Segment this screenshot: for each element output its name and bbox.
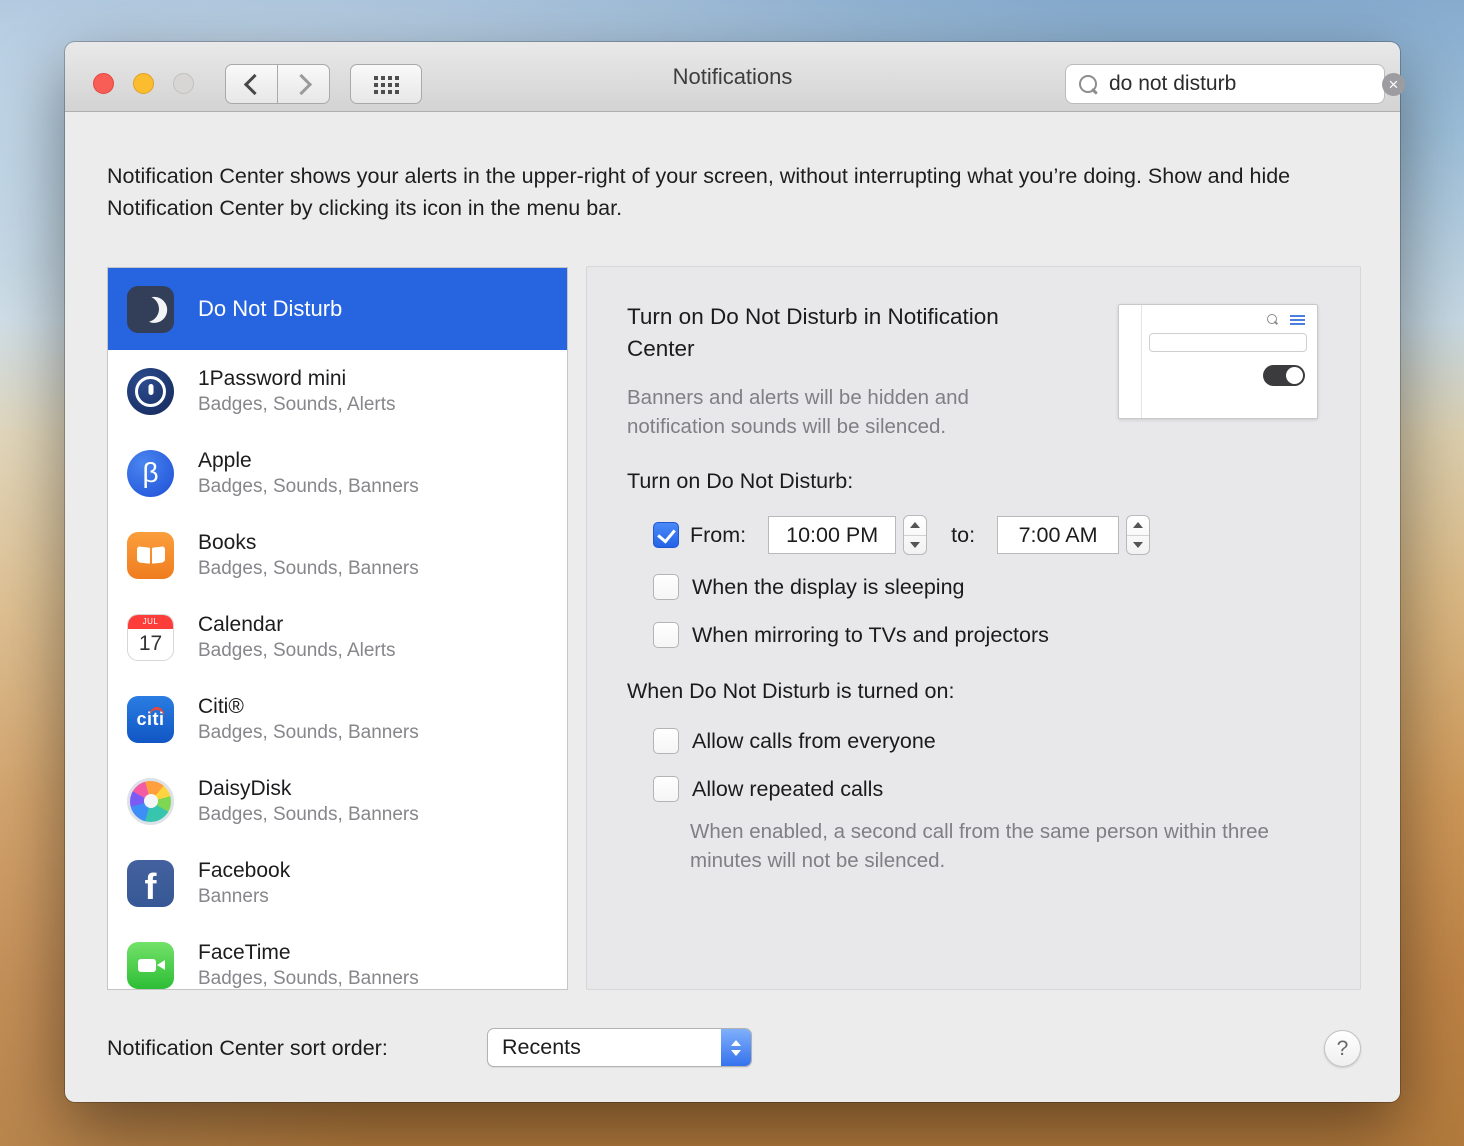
option-repeated-calls: Allow repeated calls bbox=[653, 769, 883, 809]
apple-beta-icon bbox=[127, 450, 174, 497]
books-icon bbox=[127, 532, 174, 579]
sort-order-value: Recents bbox=[488, 1035, 721, 1060]
content-area: Notification Center shows your alerts in… bbox=[65, 112, 1400, 1102]
app-list[interactable]: Do Not Disturb 1Password mini Badges, So… bbox=[107, 267, 568, 990]
notification-center-illustration bbox=[1118, 304, 1318, 419]
repeated-calls-checkbox[interactable] bbox=[653, 776, 679, 802]
app-name: Facebook bbox=[198, 859, 290, 883]
option-mirroring: When mirroring to TVs and projectors bbox=[653, 615, 1049, 655]
do-not-disturb-icon bbox=[127, 286, 174, 333]
help-button[interactable]: ? bbox=[1324, 1030, 1361, 1067]
dropdown-arrows-icon bbox=[721, 1029, 751, 1066]
app-name: DaisyDisk bbox=[198, 777, 419, 801]
search-icon bbox=[1267, 314, 1277, 324]
titlebar: Notifications × bbox=[65, 42, 1400, 112]
sort-order-select[interactable]: Recents bbox=[487, 1028, 752, 1067]
sidebar-item-facetime[interactable]: FaceTime Badges, Sounds, Banners bbox=[108, 924, 567, 990]
panel-subtext: Banners and alerts will be hidden and no… bbox=[627, 383, 1032, 441]
app-detail: Badges, Sounds, Banners bbox=[198, 558, 419, 580]
sidebar-item-citi[interactable]: Citi® Badges, Sounds, Banners bbox=[108, 678, 567, 760]
sidebar-item-1password-mini[interactable]: 1Password mini Badges, Sounds, Alerts bbox=[108, 350, 567, 432]
desktop: Notifications × Notification Center show… bbox=[0, 0, 1464, 1146]
calls-everyone-label: Allow calls from everyone bbox=[692, 729, 936, 754]
app-detail: Badges, Sounds, Banners bbox=[198, 722, 419, 744]
sidebar-item-calendar[interactable]: Calendar Badges, Sounds, Alerts bbox=[108, 596, 567, 678]
calendar-icon bbox=[127, 614, 174, 661]
app-detail: Badges, Sounds, Banners bbox=[198, 968, 419, 990]
do-not-disturb-settings-panel: Turn on Do Not Disturb in Notification C… bbox=[586, 266, 1361, 990]
search-field[interactable]: × bbox=[1065, 64, 1385, 104]
app-detail: Badges, Sounds, Alerts bbox=[198, 640, 396, 662]
to-time-stepper[interactable] bbox=[1126, 515, 1150, 555]
nav-history-group bbox=[225, 64, 330, 104]
mirroring-label: When mirroring to TVs and projectors bbox=[692, 623, 1049, 648]
notifications-preferences-window: Notifications × Notification Center show… bbox=[65, 42, 1400, 1102]
chevron-left-icon bbox=[243, 73, 264, 94]
app-detail: Badges, Sounds, Alerts bbox=[198, 394, 396, 416]
sidebar-item-apple[interactable]: Apple Badges, Sounds, Banners bbox=[108, 432, 567, 514]
sidebar-item-daisydisk[interactable]: DaisyDisk Badges, Sounds, Banners bbox=[108, 760, 567, 842]
search-input[interactable] bbox=[1107, 71, 1382, 97]
app-name: Citi® bbox=[198, 695, 419, 719]
sidebar-item-do-not-disturb[interactable]: Do Not Disturb bbox=[108, 268, 567, 350]
minimize-window-button[interactable] bbox=[133, 73, 154, 94]
back-button[interactable] bbox=[225, 64, 278, 104]
app-name: 1Password mini bbox=[198, 367, 396, 391]
zoom-window-button[interactable] bbox=[173, 73, 194, 94]
show-all-preferences-button[interactable] bbox=[350, 64, 422, 104]
repeated-calls-label: Allow repeated calls bbox=[692, 777, 883, 802]
sidebar-item-facebook[interactable]: Facebook Banners bbox=[108, 842, 567, 924]
app-name: Calendar bbox=[198, 613, 396, 637]
chevron-right-icon bbox=[290, 73, 311, 94]
forward-button[interactable] bbox=[277, 64, 330, 104]
1password-icon bbox=[127, 368, 174, 415]
schedule-checkbox[interactable] bbox=[653, 522, 679, 548]
option-calls-everyone: Allow calls from everyone bbox=[653, 721, 936, 761]
when-on-label: When Do Not Disturb is turned on: bbox=[627, 679, 954, 704]
app-name: Apple bbox=[198, 449, 419, 473]
list-icon bbox=[1290, 315, 1305, 325]
schedule-row: From: 10:00 PM to: 7:00 AM bbox=[653, 515, 1150, 555]
calls-everyone-checkbox[interactable] bbox=[653, 728, 679, 754]
app-detail: Banners bbox=[198, 886, 290, 908]
display-sleeping-checkbox[interactable] bbox=[653, 574, 679, 600]
app-detail: Badges, Sounds, Banners bbox=[198, 476, 419, 498]
segmented-control bbox=[1149, 333, 1307, 352]
citi-icon bbox=[127, 696, 174, 743]
from-label: From: bbox=[690, 523, 746, 548]
turn-on-label: Turn on Do Not Disturb: bbox=[627, 469, 853, 494]
option-display-sleeping: When the display is sleeping bbox=[653, 567, 965, 607]
to-label: to: bbox=[951, 523, 975, 548]
facetime-icon bbox=[127, 942, 174, 989]
display-sleeping-label: When the display is sleeping bbox=[692, 575, 965, 600]
search-icon bbox=[1079, 75, 1097, 93]
close-window-button[interactable] bbox=[93, 73, 114, 94]
daisydisk-icon bbox=[127, 778, 174, 825]
app-name: Books bbox=[198, 531, 419, 555]
app-name: Do Not Disturb bbox=[198, 296, 342, 322]
repeated-calls-note: When enabled, a second call from the sam… bbox=[690, 817, 1305, 875]
panel-heading: Turn on Do Not Disturb in Notification C… bbox=[627, 301, 1012, 365]
moon-icon bbox=[1149, 365, 1171, 387]
to-time-field[interactable]: 7:00 AM bbox=[997, 516, 1119, 554]
from-time-field[interactable]: 10:00 PM bbox=[768, 516, 896, 554]
toggle-on-icon bbox=[1263, 365, 1305, 386]
from-time-stepper[interactable] bbox=[903, 515, 927, 555]
grid-icon bbox=[374, 76, 378, 80]
clear-search-icon[interactable]: × bbox=[1382, 73, 1405, 96]
sort-order-label: Notification Center sort order: bbox=[107, 1036, 388, 1061]
facebook-icon bbox=[127, 860, 174, 907]
intro-text: Notification Center shows your alerts in… bbox=[107, 160, 1369, 224]
sidebar-item-books[interactable]: Books Badges, Sounds, Banners bbox=[108, 514, 567, 596]
app-detail: Badges, Sounds, Banners bbox=[198, 804, 419, 826]
mirroring-checkbox[interactable] bbox=[653, 622, 679, 648]
divider bbox=[1141, 305, 1142, 418]
app-name: FaceTime bbox=[198, 941, 419, 965]
